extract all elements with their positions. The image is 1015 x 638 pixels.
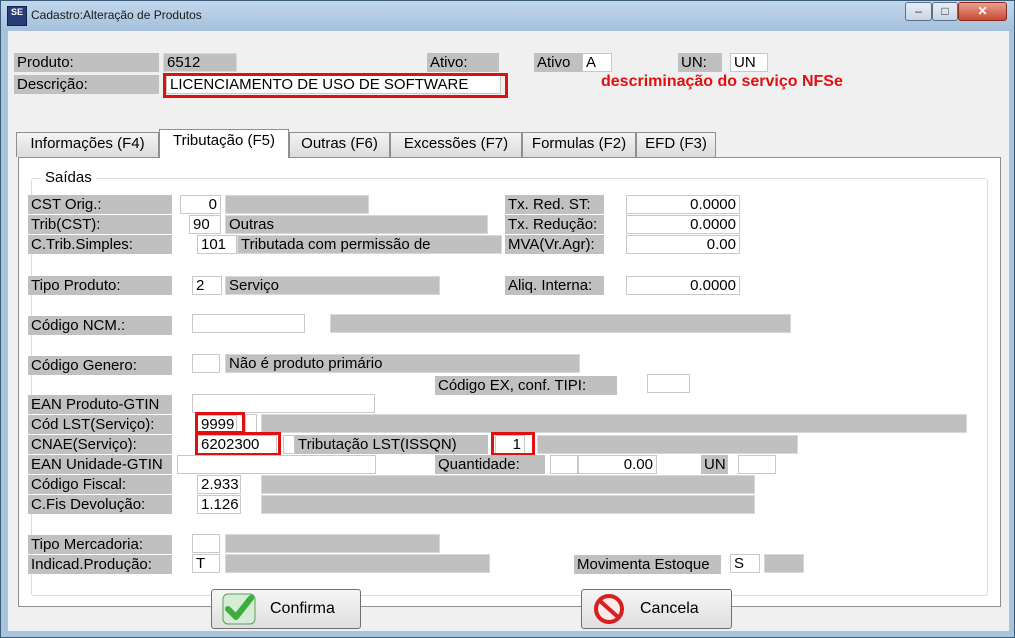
- tx-red-st-label: Tx. Red. ST:: [505, 195, 604, 214]
- tx-red-st-field[interactable]: 0.0000: [626, 195, 740, 214]
- ncm-description: [330, 314, 791, 333]
- cst-orig-label: CST Orig.:: [28, 195, 172, 214]
- maximize-button[interactable]: □: [932, 2, 958, 21]
- genero-description: Não é produto primário: [225, 354, 580, 373]
- confirma-button-label: Confirma: [270, 600, 335, 617]
- genero-field[interactable]: [192, 354, 220, 373]
- tipo-mercadoria-description: [225, 534, 440, 553]
- title-bar[interactable]: SE Cadastro:Alteração de Produtos – □ ✕: [1, 1, 1014, 31]
- produto-code-field: 6512: [163, 53, 237, 72]
- window-title: Cadastro:Alteração de Produtos: [31, 8, 202, 22]
- tipo-produto-field[interactable]: 2: [192, 276, 222, 295]
- cnae-label: CNAE(Serviço):: [28, 435, 172, 454]
- tipo-mercadoria-label: Tipo Mercadoria:: [28, 535, 172, 554]
- cst-orig-field[interactable]: 0: [180, 195, 221, 214]
- codigo-ex-field[interactable]: [647, 374, 690, 393]
- main-window: SE Cadastro:Alteração de Produtos – □ ✕ …: [0, 0, 1015, 638]
- cfis-devolucao-label: C.Fis Devolução:: [28, 495, 172, 514]
- cancela-button-label: Cancela: [640, 600, 699, 617]
- quantidade-aux-field[interactable]: [550, 455, 578, 474]
- cod-lst-label: Cód LST(Serviço):: [28, 415, 172, 434]
- tipo-produto-label: Tipo Produto:: [28, 276, 172, 295]
- tab-efd[interactable]: EFD (F3): [636, 132, 716, 157]
- aliq-interna-label: Aliq. Interna:: [505, 276, 604, 295]
- cod-lst-description: [261, 414, 967, 433]
- nfse-annotation: descriminação do serviço NFSe: [601, 73, 843, 90]
- tributacao-panel: Saídas CST Orig.: 0 Tx. Red. ST: 0.0000 …: [18, 157, 1001, 607]
- cst-orig-description: [225, 195, 369, 214]
- codigo-fiscal-field[interactable]: 2.933: [197, 475, 241, 494]
- trib-cst-label: Trib(CST):: [28, 215, 172, 234]
- mva-field[interactable]: 0.00: [626, 235, 740, 254]
- quantidade-un-label: UN: [701, 455, 728, 474]
- tab-tributacao[interactable]: Tributação (F5): [159, 129, 289, 158]
- confirma-button[interactable]: Confirma: [211, 589, 361, 629]
- tab-excessoes[interactable]: Excessões (F7): [390, 132, 522, 157]
- cfis-devolucao-field[interactable]: 1.126: [197, 495, 241, 514]
- movimenta-estoque-label: Movimenta Estoque: [574, 555, 721, 574]
- indicad-producao-field[interactable]: T: [192, 554, 220, 573]
- trib-cst-field[interactable]: 90: [189, 215, 221, 234]
- quantidade-un-field[interactable]: [738, 455, 776, 474]
- movimenta-estoque-field[interactable]: S: [730, 554, 760, 573]
- ncm-field[interactable]: [192, 314, 305, 333]
- ctrib-simples-description: Tributada com permissão de: [237, 235, 502, 254]
- ativo-label: Ativo:: [427, 53, 499, 72]
- indicad-producao-description: [225, 554, 490, 573]
- tipo-mercadoria-field[interactable]: [192, 534, 220, 553]
- mva-label: MVA(Vr.Agr):: [505, 235, 604, 254]
- descricao-highlight: [163, 73, 508, 98]
- cnae-highlight: [195, 432, 281, 456]
- tx-reducao-label: Tx. Redução:: [505, 215, 604, 234]
- tab-informacoes[interactable]: Informações (F4): [16, 132, 159, 157]
- window-client-area: Produto: 6512 Ativo: Ativo A UN: UN Desc…: [8, 31, 1009, 631]
- cod-lst-lookup[interactable]: [245, 414, 257, 433]
- ean-produto-field[interactable]: [192, 394, 375, 413]
- descricao-label: Descrição:: [14, 75, 159, 94]
- produto-label: Produto:: [14, 53, 159, 72]
- ean-unidade-field[interactable]: [177, 455, 376, 474]
- cancela-button[interactable]: Cancela: [581, 589, 732, 629]
- checkmark-icon: [222, 593, 256, 625]
- un-label: UN:: [678, 53, 722, 72]
- tx-reducao-field[interactable]: 0.0000: [626, 215, 740, 234]
- codigo-fiscal-description: [261, 475, 755, 494]
- tipo-produto-description: Serviço: [225, 276, 440, 295]
- indicad-producao-label: Indicad.Produção:: [28, 555, 172, 574]
- quantidade-field[interactable]: 0.00: [578, 455, 657, 474]
- ean-unidade-label: EAN Unidade-GTIN: [28, 455, 172, 474]
- codigo-ex-label: Código EX, conf. TIPI:: [435, 376, 617, 395]
- genero-label: Código Genero:: [28, 356, 172, 375]
- trib-lst-label: Tributação LST(ISSQN): [295, 435, 488, 454]
- tab-outras[interactable]: Outras (F6): [289, 132, 390, 157]
- quantidade-label: Quantidade:: [435, 455, 545, 474]
- close-button[interactable]: ✕: [958, 2, 1007, 21]
- cfis-devolucao-description: [261, 495, 755, 514]
- cnae-lookup[interactable]: [283, 435, 295, 454]
- trib-cst-description: Outras: [225, 215, 488, 234]
- cod-lst-highlight: [195, 412, 245, 434]
- ctrib-simples-field[interactable]: 101: [197, 235, 237, 254]
- cancel-icon: [594, 594, 624, 624]
- tab-formulas[interactable]: Formulas (F2): [522, 132, 636, 157]
- trib-lst-description: [537, 435, 798, 454]
- saidas-group-title: Saídas: [41, 170, 96, 186]
- un-field[interactable]: UN: [730, 53, 768, 72]
- app-icon[interactable]: SE: [7, 6, 27, 26]
- minimize-button[interactable]: –: [905, 2, 932, 21]
- codigo-fiscal-label: Código Fiscal:: [28, 475, 172, 494]
- movimenta-estoque-description: [764, 554, 804, 573]
- ativo-field[interactable]: A: [582, 53, 612, 72]
- ncm-label: Código NCM.:: [28, 316, 172, 335]
- ctrib-simples-label: C.Trib.Simples:: [28, 235, 172, 254]
- aliq-interna-field[interactable]: 0.0000: [626, 276, 740, 295]
- ativo-label-2: Ativo: [534, 53, 582, 72]
- trib-lst-highlight: [491, 432, 535, 456]
- ean-produto-label: EAN Produto-GTIN: [28, 395, 172, 414]
